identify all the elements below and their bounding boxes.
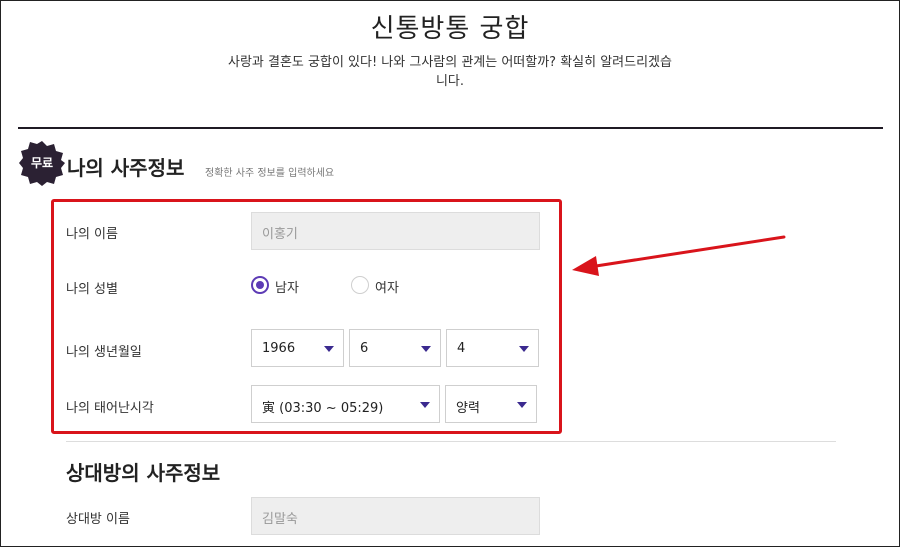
my-gender-label: 나의 성별 [66,282,118,297]
birth-month-value: 6 [360,341,369,356]
birth-year-select[interactable]: 1966 [251,329,344,367]
partner-name-input[interactable]: 김말숙 [251,497,540,535]
my-birthdate-label: 나의 생년월일 [66,345,142,360]
birth-year-value: 1966 [262,341,296,356]
my-name-input[interactable]: 이홍기 [251,212,540,250]
annotation-arrow-icon [572,235,786,276]
my-section-title: 나의 사주정보 [67,156,185,180]
page-subtitle: 사랑과 결혼도 궁합이 있다! 나와 그사람의 관계는 어떠할까? 확실히 알려… [228,55,672,89]
gender-male-radio[interactable] [251,276,269,294]
gender-female-radio[interactable] [351,276,369,294]
chevron-down-icon [519,346,529,352]
birth-month-select[interactable]: 6 [349,329,441,367]
my-section-hint: 정확한 사주 정보를 입력하세요 [205,168,335,179]
chevron-down-icon [517,402,527,408]
birth-time-value: 寅 (03:30 ~ 05:29) [262,401,384,416]
birth-time-select[interactable]: 寅 (03:30 ~ 05:29) [251,385,440,423]
page-title: 신통방통 궁합 [370,14,530,44]
chevron-down-icon [324,346,334,352]
my-name-label: 나의 이름 [66,227,118,242]
birth-day-value: 4 [457,341,466,356]
calendar-type-select[interactable]: 양력 [445,385,537,423]
top-divider [18,127,883,129]
section-divider [66,441,836,442]
chevron-down-icon [420,402,430,408]
partner-name-label: 상대방 이름 [66,512,130,527]
chevron-down-icon [421,346,431,352]
gender-female-label[interactable]: 여자 [375,277,399,296]
partner-section-title: 상대방의 사주정보 [66,461,221,485]
free-badge: 무료 [30,156,54,170]
birth-day-select[interactable]: 4 [446,329,539,367]
gender-male-label[interactable]: 남자 [275,277,299,296]
calendar-type-value: 양력 [456,401,480,416]
my-birthtime-label: 나의 태어난시각 [66,401,154,416]
